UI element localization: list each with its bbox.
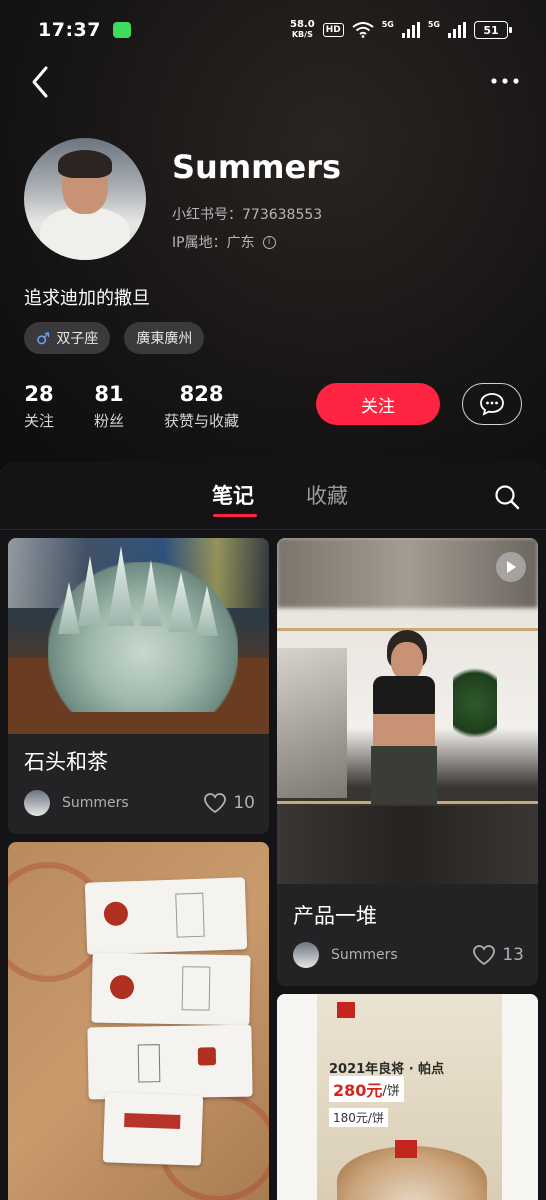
active-tab-indicator	[213, 514, 257, 517]
stat-likes-value: 828	[179, 382, 224, 406]
post-image-tea-packets	[8, 842, 269, 1200]
post-title: 产品一堆	[293, 904, 377, 928]
heart-icon	[473, 945, 496, 966]
like-count: 10	[233, 793, 255, 813]
post-meta: Summers 13	[293, 942, 524, 968]
network-speed-value: 58.0	[290, 19, 315, 30]
heart-icon	[204, 793, 227, 814]
poster-price-1-value: 280元	[333, 1081, 383, 1100]
author-avatar	[293, 942, 319, 968]
tab-notes[interactable]: 笔记	[212, 480, 254, 510]
tag-zodiac-label: 双子座	[56, 331, 99, 347]
video-play-icon	[496, 552, 526, 582]
post-image-mirror-selfie	[277, 538, 538, 884]
profile-bio: 追求迪加的撒旦	[24, 288, 150, 309]
stat-followers-label: 粉丝	[94, 412, 125, 430]
stat-following-value: 28	[24, 382, 54, 406]
battery-icon: 51	[474, 21, 512, 39]
post-title: 石头和茶	[24, 750, 108, 774]
status-indicators: 58.0 KB/S HD 5G 5G 51	[290, 20, 512, 40]
back-arrow-icon[interactable]	[26, 64, 56, 100]
search-icon[interactable]	[494, 484, 520, 510]
profile-tags: ♂ 双子座 廣東廣州	[24, 322, 205, 354]
post-card[interactable]: 产品一堆 Summers 13	[277, 538, 538, 986]
tab-collections[interactable]: 收藏	[306, 480, 348, 510]
ip-location-text: IP属地：广东	[172, 235, 255, 251]
content-tabs: 笔记 收藏	[0, 462, 546, 530]
more-options-icon[interactable]	[490, 70, 520, 92]
tag-location-label: 廣東廣州	[136, 331, 193, 347]
post-card[interactable]: 石头和茶 Summers 10	[8, 538, 269, 834]
profile-username: Summers	[172, 148, 342, 186]
tag-zodiac: ♂ 双子座	[24, 322, 111, 354]
like-button[interactable]: 13	[472, 944, 524, 966]
post-author: Summers	[331, 947, 398, 963]
wifi-icon	[352, 22, 374, 38]
network-type-1: 5G	[381, 20, 394, 29]
network-speed: 58.0 KB/S	[290, 20, 315, 40]
network-type-2: 5G	[427, 20, 440, 29]
author-avatar	[24, 790, 50, 816]
chat-bubble-icon	[480, 393, 504, 416]
poster-price-1-unit: /饼	[382, 1083, 400, 1099]
profile-id: 小红书号：773638553	[172, 207, 323, 223]
follow-button[interactable]: 关注	[316, 383, 440, 425]
like-button[interactable]: 10	[203, 792, 255, 814]
status-bar: 17:37 58.0 KB/S HD 5G 5G 51	[0, 0, 546, 60]
ip-location: IP属地：广东 i	[172, 232, 276, 252]
poster-headline: 2021年良将 · 帕点	[329, 1062, 445, 1077]
profile-stats: 28 关注 81 粉丝 828 获赞与收藏	[24, 382, 239, 431]
stat-likes-label: 获赞与收藏	[164, 412, 240, 430]
status-time: 17:37	[38, 19, 101, 41]
profile-avatar[interactable]	[24, 138, 146, 260]
hd-icon: HD	[322, 23, 344, 37]
stat-following-label: 关注	[24, 412, 55, 430]
message-button[interactable]	[462, 383, 522, 425]
post-author: Summers	[62, 795, 129, 811]
message-notification-icon	[112, 22, 131, 38]
signal-strength-2-icon	[448, 22, 466, 38]
tag-location: 廣東廣州	[124, 322, 205, 354]
signal-strength-1-icon	[401, 22, 420, 38]
battery-level: 51	[483, 23, 499, 37]
poster-price-1: 280元 /饼	[329, 1076, 404, 1102]
male-gender-icon: ♂	[36, 328, 51, 348]
post-meta: Summers 10	[24, 790, 255, 816]
poster-price-2: 180元/饼	[329, 1108, 388, 1127]
stat-followers[interactable]: 81 粉丝	[94, 382, 124, 431]
post-card[interactable]	[8, 842, 269, 1200]
network-speed-unit: KB/S	[291, 30, 313, 39]
stat-likes[interactable]: 828 获赞与收藏	[164, 382, 239, 431]
post-card[interactable]: 2021年良将 · 帕点 280元 /饼 180元/饼	[277, 994, 538, 1200]
info-icon[interactable]: i	[262, 235, 276, 249]
stat-following[interactable]: 28 关注	[24, 382, 54, 431]
post-image-tea-poster: 2021年良将 · 帕点 280元 /饼 180元/饼	[277, 994, 538, 1200]
post-image-crystal	[8, 538, 269, 734]
like-count: 13	[502, 945, 524, 965]
stat-followers-value: 81	[94, 382, 124, 406]
